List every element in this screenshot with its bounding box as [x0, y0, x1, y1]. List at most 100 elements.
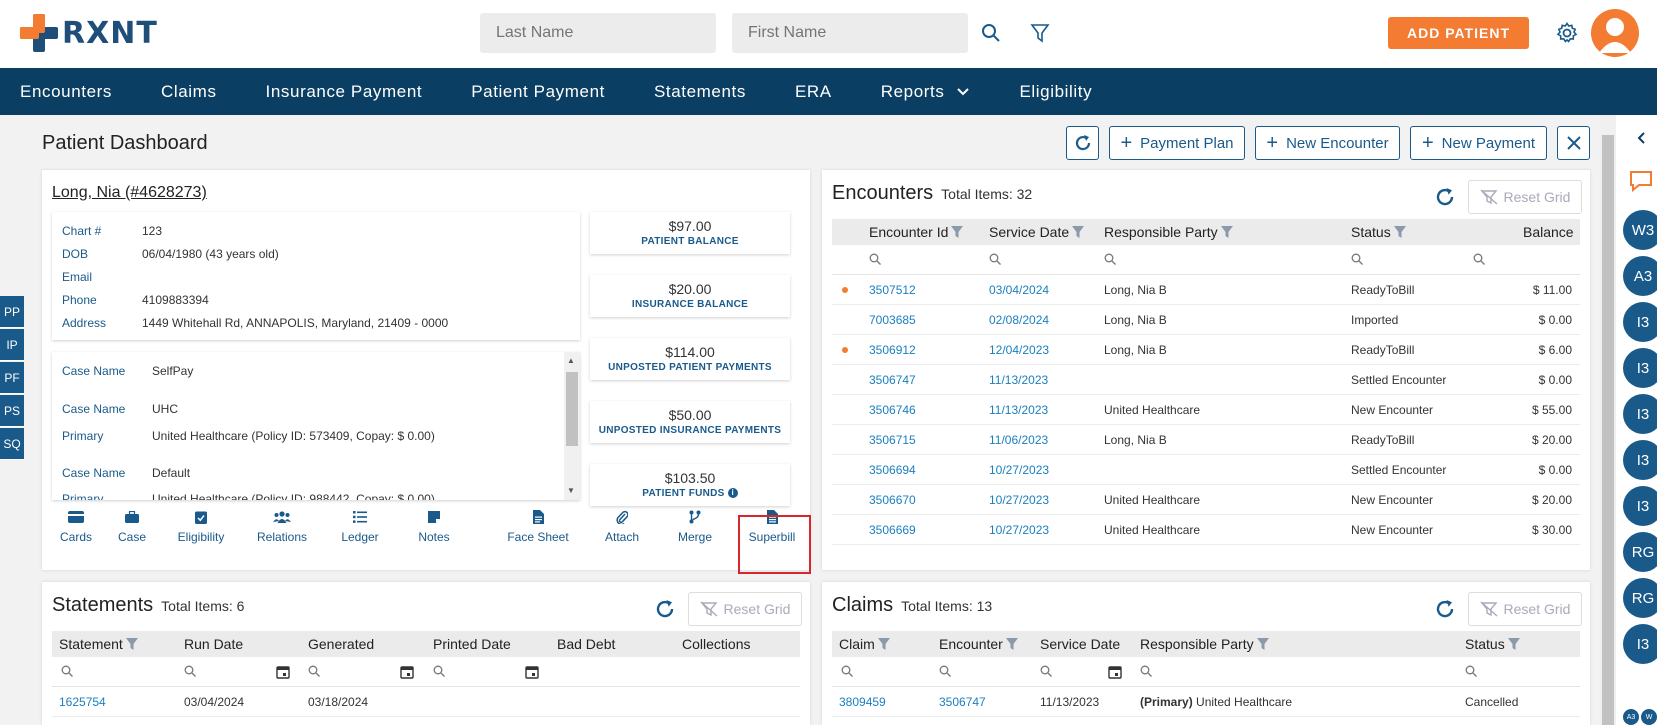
case-action[interactable]: Case: [108, 508, 156, 548]
search-icon[interactable]: [841, 665, 853, 677]
page-scroll-thumb[interactable]: [1602, 135, 1614, 725]
service-date[interactable]: 11/06/2023: [989, 433, 1048, 447]
close-button[interactable]: [1557, 126, 1590, 160]
col-service-date[interactable]: Service Date: [1040, 636, 1120, 652]
service-date[interactable]: 02/08/2024: [989, 313, 1049, 327]
filter-icon[interactable]: [1256, 638, 1269, 650]
table-row[interactable]: 3507512 03/04/2024 Long, Nia B ReadyToBill $…: [832, 275, 1580, 305]
nav-insurance-payment[interactable]: Insurance Payment: [266, 82, 423, 102]
col-claim[interactable]: Claim: [839, 636, 890, 652]
refresh-button[interactable]: [1066, 126, 1099, 160]
nav-era[interactable]: ERA: [795, 82, 832, 102]
col-collections[interactable]: Collections: [682, 636, 750, 652]
table-row[interactable]: 1625754 03/04/2024 03/18/2024: [52, 687, 800, 717]
filter-icon[interactable]: [1072, 226, 1085, 238]
service-date[interactable]: 10/27/2023: [989, 523, 1049, 537]
first-name-input[interactable]: [732, 13, 968, 53]
claim-encounter-id[interactable]: 3506747: [939, 695, 986, 709]
search-icon[interactable]: [939, 665, 951, 677]
add-patient-button[interactable]: ADD PATIENT: [1388, 17, 1529, 49]
filter-icon[interactable]: [951, 226, 964, 238]
claim-id[interactable]: 3809459: [839, 695, 886, 709]
search-icon[interactable]: [1465, 665, 1477, 677]
col-status[interactable]: Status: [1465, 636, 1520, 652]
calendar-icon[interactable]: [525, 665, 539, 679]
chevron-left-icon[interactable]: [1636, 131, 1646, 145]
search-icon[interactable]: [308, 665, 320, 677]
encounter-id[interactable]: 3506669: [869, 523, 916, 537]
table-row[interactable]: 3506747 11/13/2023 Settled Encounter $ 0.00: [832, 365, 1580, 395]
col-responsible-party[interactable]: Responsible Party: [1104, 224, 1233, 240]
recent-patient-circle[interactable]: I3: [1623, 394, 1657, 434]
col-encounter-id[interactable]: Encounter Id: [869, 224, 964, 240]
encounter-id[interactable]: 7003685: [869, 313, 916, 327]
recent-patient-circle[interactable]: I3: [1623, 624, 1657, 664]
table-row[interactable]: 3506694 10/27/2023 Settled Encounter $ 0.00: [832, 455, 1580, 485]
merge-action[interactable]: Merge: [670, 508, 720, 548]
col-balance[interactable]: Balance: [1523, 224, 1574, 240]
nav-claims[interactable]: Claims: [161, 82, 217, 102]
col-printed-date[interactable]: Printed Date: [433, 636, 511, 652]
filter-icon[interactable]: [1027, 20, 1053, 46]
relations-action[interactable]: Relations: [252, 508, 312, 548]
eligibility-action[interactable]: Eligibility: [170, 508, 232, 548]
face-sheet-action[interactable]: Face Sheet: [502, 508, 574, 548]
search-icon[interactable]: [61, 665, 73, 677]
recent-patient-circle[interactable]: I3: [1623, 302, 1657, 342]
patient-name-link[interactable]: Long, Nia (#4628273): [52, 184, 207, 202]
left-tab-sq[interactable]: SQ: [0, 428, 24, 460]
col-bad-debt[interactable]: Bad Debt: [557, 636, 615, 652]
calendar-icon[interactable]: [276, 665, 290, 679]
service-date[interactable]: 11/13/2023: [989, 403, 1048, 417]
col-run-date[interactable]: Run Date: [184, 636, 243, 652]
claims-refresh-icon[interactable]: [1434, 598, 1456, 620]
table-row[interactable]: 3506746 11/13/2023 United Healthcare New En…: [832, 395, 1580, 425]
service-date[interactable]: 11/13/2023: [989, 373, 1048, 387]
filter-icon[interactable]: [1220, 226, 1233, 238]
payment-plan-button[interactable]: + Payment Plan: [1109, 126, 1245, 160]
table-row[interactable]: 3809459 3506747 11/13/2023 (Primary) Uni…: [832, 687, 1580, 717]
scroll-down-icon[interactable]: ▼: [567, 486, 575, 495]
logo[interactable]: RXNT: [20, 14, 158, 52]
search-icon[interactable]: [1140, 665, 1152, 677]
table-row[interactable]: 3506670 10/27/2023 United Healthcare New En…: [832, 485, 1580, 515]
nav-encounters[interactable]: Encounters: [20, 82, 112, 102]
col-responsible-party[interactable]: Responsible Party: [1140, 636, 1269, 652]
scroll-thumb[interactable]: [566, 372, 578, 446]
left-tab-pp[interactable]: PP: [0, 296, 24, 328]
service-date[interactable]: 12/04/2023: [989, 343, 1049, 357]
service-date[interactable]: 03/04/2024: [989, 283, 1049, 297]
search-icon[interactable]: [1040, 665, 1052, 677]
search-icon[interactable]: [433, 665, 445, 677]
service-date[interactable]: 10/27/2023: [989, 493, 1049, 507]
chat-icon[interactable]: [1628, 169, 1654, 193]
filter-icon[interactable]: [1005, 638, 1018, 650]
col-generated[interactable]: Generated: [308, 636, 374, 652]
statement-id[interactable]: 1625754: [59, 695, 106, 709]
recent-patient-mini[interactable]: A3: [1623, 709, 1639, 725]
claims-reset-grid-button[interactable]: Reset Grid: [1468, 592, 1582, 626]
col-encounter[interactable]: Encounter: [939, 636, 1018, 652]
search-icon[interactable]: [184, 665, 196, 677]
table-row[interactable]: 7003685 02/08/2024 Long, Nia B Imported $ 0.…: [832, 305, 1580, 335]
encounter-id[interactable]: 3506746: [869, 403, 916, 417]
filter-icon[interactable]: [1393, 226, 1406, 238]
encounter-id[interactable]: 3506912: [869, 343, 916, 357]
recent-patient-circle[interactable]: W3: [1623, 210, 1657, 250]
filter-icon[interactable]: [877, 638, 890, 650]
search-icon[interactable]: [1351, 253, 1363, 265]
encounter-id[interactable]: 3506670: [869, 493, 916, 507]
nav-statements[interactable]: Statements: [654, 82, 746, 102]
case-scrollbar[interactable]: ▲ ▼: [564, 352, 580, 500]
encounters-reset-grid-button[interactable]: Reset Grid: [1468, 180, 1582, 214]
table-row[interactable]: 3506715 11/06/2023 Long, Nia B ReadyToBill $…: [832, 425, 1580, 455]
recent-patient-circle[interactable]: I3: [1623, 486, 1657, 526]
statements-reset-grid-button[interactable]: Reset Grid: [688, 592, 802, 626]
table-row[interactable]: 3506912 12/04/2023 Long, Nia B ReadyToBill $…: [832, 335, 1580, 365]
left-tab-ip[interactable]: IP: [0, 329, 24, 361]
filter-icon[interactable]: [125, 638, 138, 650]
recent-patient-circle[interactable]: I3: [1623, 348, 1657, 388]
col-service-date[interactable]: Service Date: [989, 224, 1085, 240]
encounter-id[interactable]: 3506694: [869, 463, 916, 477]
encounters-refresh-icon[interactable]: [1434, 186, 1456, 208]
